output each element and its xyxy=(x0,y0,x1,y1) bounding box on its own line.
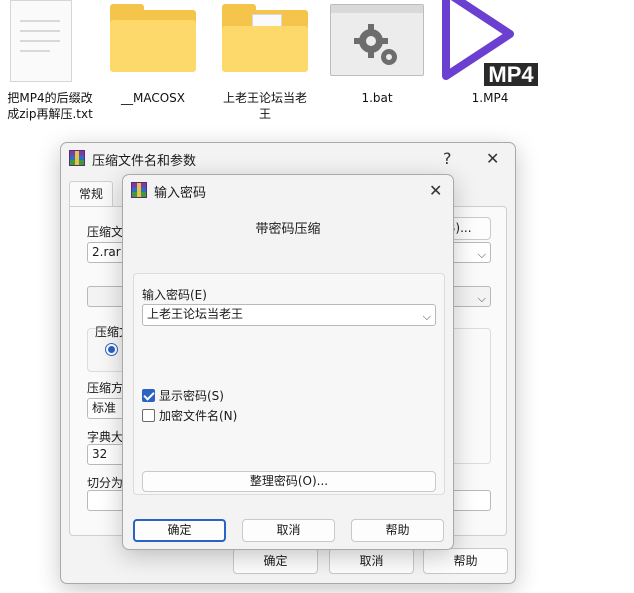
file-label: 1.bat xyxy=(361,91,393,105)
dialog-title: 输入密码 xyxy=(154,186,207,201)
help-button[interactable]: 帮助 xyxy=(351,519,444,542)
encrypt-filenames-label: 加密文件名(N) xyxy=(159,409,238,423)
close-icon[interactable]: ✕ xyxy=(486,149,499,168)
file-label: 1.MP4 xyxy=(471,91,509,105)
help-icon[interactable]: ? xyxy=(443,149,452,168)
folder-with-document-icon xyxy=(222,4,308,72)
ok-button[interactable]: 确定 xyxy=(133,519,226,542)
file-label: __MACOSX xyxy=(120,91,185,105)
encrypt-filenames-checkbox[interactable] xyxy=(142,409,155,422)
winrar-icon xyxy=(69,150,85,166)
archive-name-label: 压缩文 xyxy=(87,225,124,239)
password-label: 输入密码(E) xyxy=(142,288,207,302)
format-radio-rar[interactable] xyxy=(105,343,118,356)
chevron-down-icon: ⌵ xyxy=(422,310,431,323)
cancel-button[interactable]: 取消 xyxy=(242,519,335,542)
titlebar: 输入密码 ✕ xyxy=(123,175,453,205)
help-button[interactable]: 帮助 xyxy=(423,548,508,574)
gear-icon xyxy=(330,4,424,76)
enter-password-dialog: 输入密码 ✕ 带密码压缩 输入密码(E) 上老王论坛当老王 ⌵ 显示密码(S) … xyxy=(122,174,454,550)
file-label: 把MP4的后缀改 成zip再解压.txt xyxy=(7,91,93,121)
mp4-badge: MP4 xyxy=(484,63,538,86)
ok-button[interactable]: 确定 xyxy=(233,548,318,574)
text-file-icon xyxy=(10,0,72,82)
folder-icon xyxy=(110,4,196,72)
cancel-button[interactable]: 取消 xyxy=(329,548,414,574)
show-password-label: 显示密码(S) xyxy=(159,389,224,403)
show-password-checkbox[interactable] xyxy=(142,389,155,402)
dialog-heading: 带密码压缩 xyxy=(255,222,321,237)
split-volume-label: 切分为 xyxy=(87,476,124,490)
chevron-down-icon: ⌵ xyxy=(477,292,486,305)
password-input[interactable]: 上老王论坛当老王 ⌵ xyxy=(142,304,436,326)
play-video-icon: MP4 xyxy=(440,0,540,88)
winrar-icon xyxy=(131,182,147,198)
organize-passwords-button[interactable]: 整理密码(O)... xyxy=(142,471,436,492)
dialog-title: 压缩文件名和参数 xyxy=(92,154,197,169)
file-label: 上老王论坛当老 王 xyxy=(222,91,307,121)
dictionary-size-label: 字典大 xyxy=(87,430,124,444)
close-icon[interactable]: ✕ xyxy=(429,181,442,200)
titlebar: 压缩文件名和参数 ? ✕ xyxy=(61,143,515,173)
chevron-down-icon: ⌵ xyxy=(477,248,486,261)
compression-method-label: 压缩方 xyxy=(87,381,124,395)
tab-general[interactable]: 常规 xyxy=(69,181,113,207)
